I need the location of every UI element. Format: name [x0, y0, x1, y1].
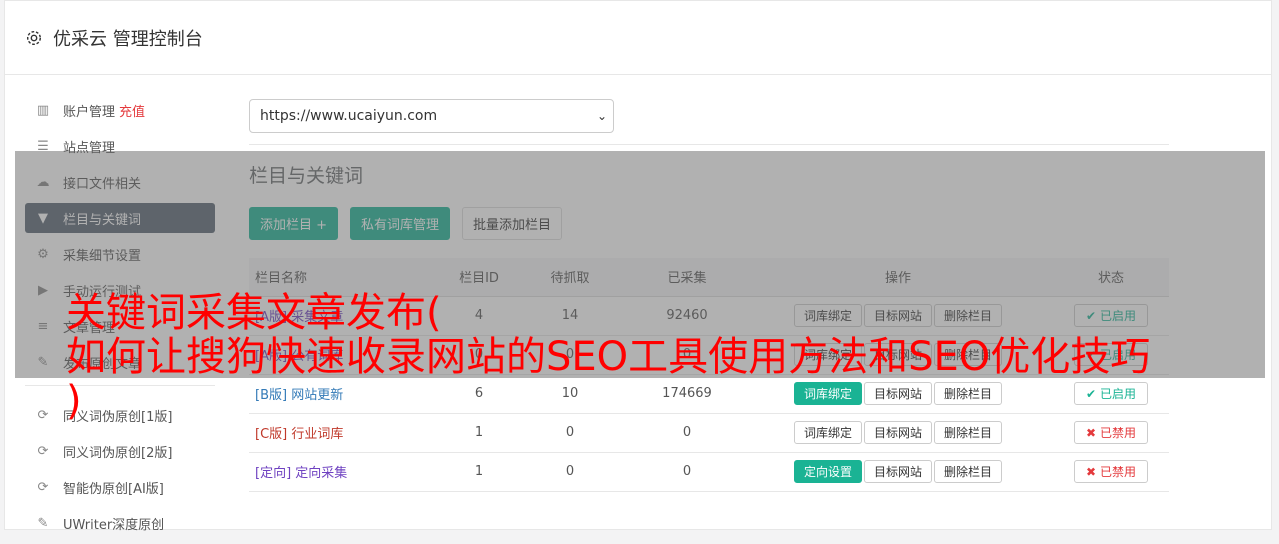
banner-line-3: ): [66, 378, 82, 424]
status-label: 已禁用: [1099, 426, 1136, 440]
refresh-icon: ⟳: [37, 479, 49, 495]
sidebar-item-account[interactable]: ▥ 账户管理 充值: [25, 95, 215, 125]
column-id: 1: [449, 452, 509, 492]
collected-count: 0: [631, 452, 743, 492]
close-icon: ✖: [1086, 464, 1097, 479]
status-toggle[interactable]: ✖ 已禁用: [1074, 421, 1148, 444]
sidebar-item-label: 账户管理: [63, 104, 116, 120]
close-icon: ✖: [1086, 425, 1097, 440]
delete-column-button[interactable]: 删除栏目: [934, 421, 1003, 444]
status-cell: ✖ 已禁用: [1053, 452, 1169, 492]
sidebar-item-ai-rewrite[interactable]: ⟳ 智能伪原创[AI版]: [25, 472, 215, 502]
sidebar-item-synonym-2[interactable]: ⟳ 同义词伪原创[2版]: [25, 436, 215, 466]
bind-lib-button[interactable]: 定向设置: [793, 460, 862, 483]
site-select[interactable]: https://www.ucaiyun.com ⌄: [249, 99, 614, 133]
status-toggle[interactable]: ✖ 已禁用: [1074, 460, 1148, 483]
gear-icon: [26, 30, 42, 45]
column-name-cell[interactable]: [定向] 定向采集: [249, 452, 449, 492]
edit-icon: ✎: [37, 515, 49, 531]
chevron-down-icon: ⌄: [596, 109, 607, 123]
divider: [249, 144, 1169, 145]
app-header: 优采云 管理控制台: [5, 1, 1271, 75]
refresh-icon: ⟳: [37, 407, 49, 423]
target-site-button[interactable]: 目标网站: [863, 421, 932, 444]
sidebar-item-label: 智能伪原创[AI版]: [63, 481, 164, 497]
banner-line-1: 关键词采集文章发布(: [66, 290, 442, 336]
site-select-value: https://www.ucaiyun.com: [260, 108, 438, 124]
delete-column-button[interactable]: 删除栏目: [934, 460, 1003, 483]
version-tag: [定向]: [255, 466, 292, 481]
sidebar-item-uwriter[interactable]: ✎ UWriter深度原创: [25, 508, 215, 538]
banner-line-2: 如何让搜狗快速收录网站的SEO工具使用方法和SEO优化技巧: [66, 334, 1151, 380]
table-row: [定向] 定向采集 1 0 0 定向设置 目标网站 删除栏目 ✖ 已禁用: [249, 452, 1169, 492]
bind-lib-button[interactable]: 词库绑定: [793, 421, 862, 444]
pending-count: 0: [509, 452, 631, 492]
version-tag: [C版]: [255, 427, 288, 442]
column-name[interactable]: 行业词库: [291, 427, 343, 442]
status-label: 已禁用: [1099, 465, 1136, 479]
overlay-banner-text: 关键词采集文章发布( 如何让搜狗快速收录网站的SEO工具使用方法和SEO优化技巧…: [66, 291, 1266, 423]
recharge-link[interactable]: 充值: [119, 101, 145, 120]
app-title: 优采云 管理控制台: [53, 28, 203, 50]
target-site-button[interactable]: 目标网站: [863, 460, 932, 483]
actions-cell: 定向设置 目标网站 删除栏目: [743, 452, 1053, 492]
sidebar-item-label: 同义词伪原创[2版]: [63, 445, 173, 461]
bar-chart-icon: ▥: [36, 102, 50, 118]
column-name[interactable]: 定向采集: [295, 466, 347, 481]
refresh-icon: ⟳: [37, 443, 49, 459]
